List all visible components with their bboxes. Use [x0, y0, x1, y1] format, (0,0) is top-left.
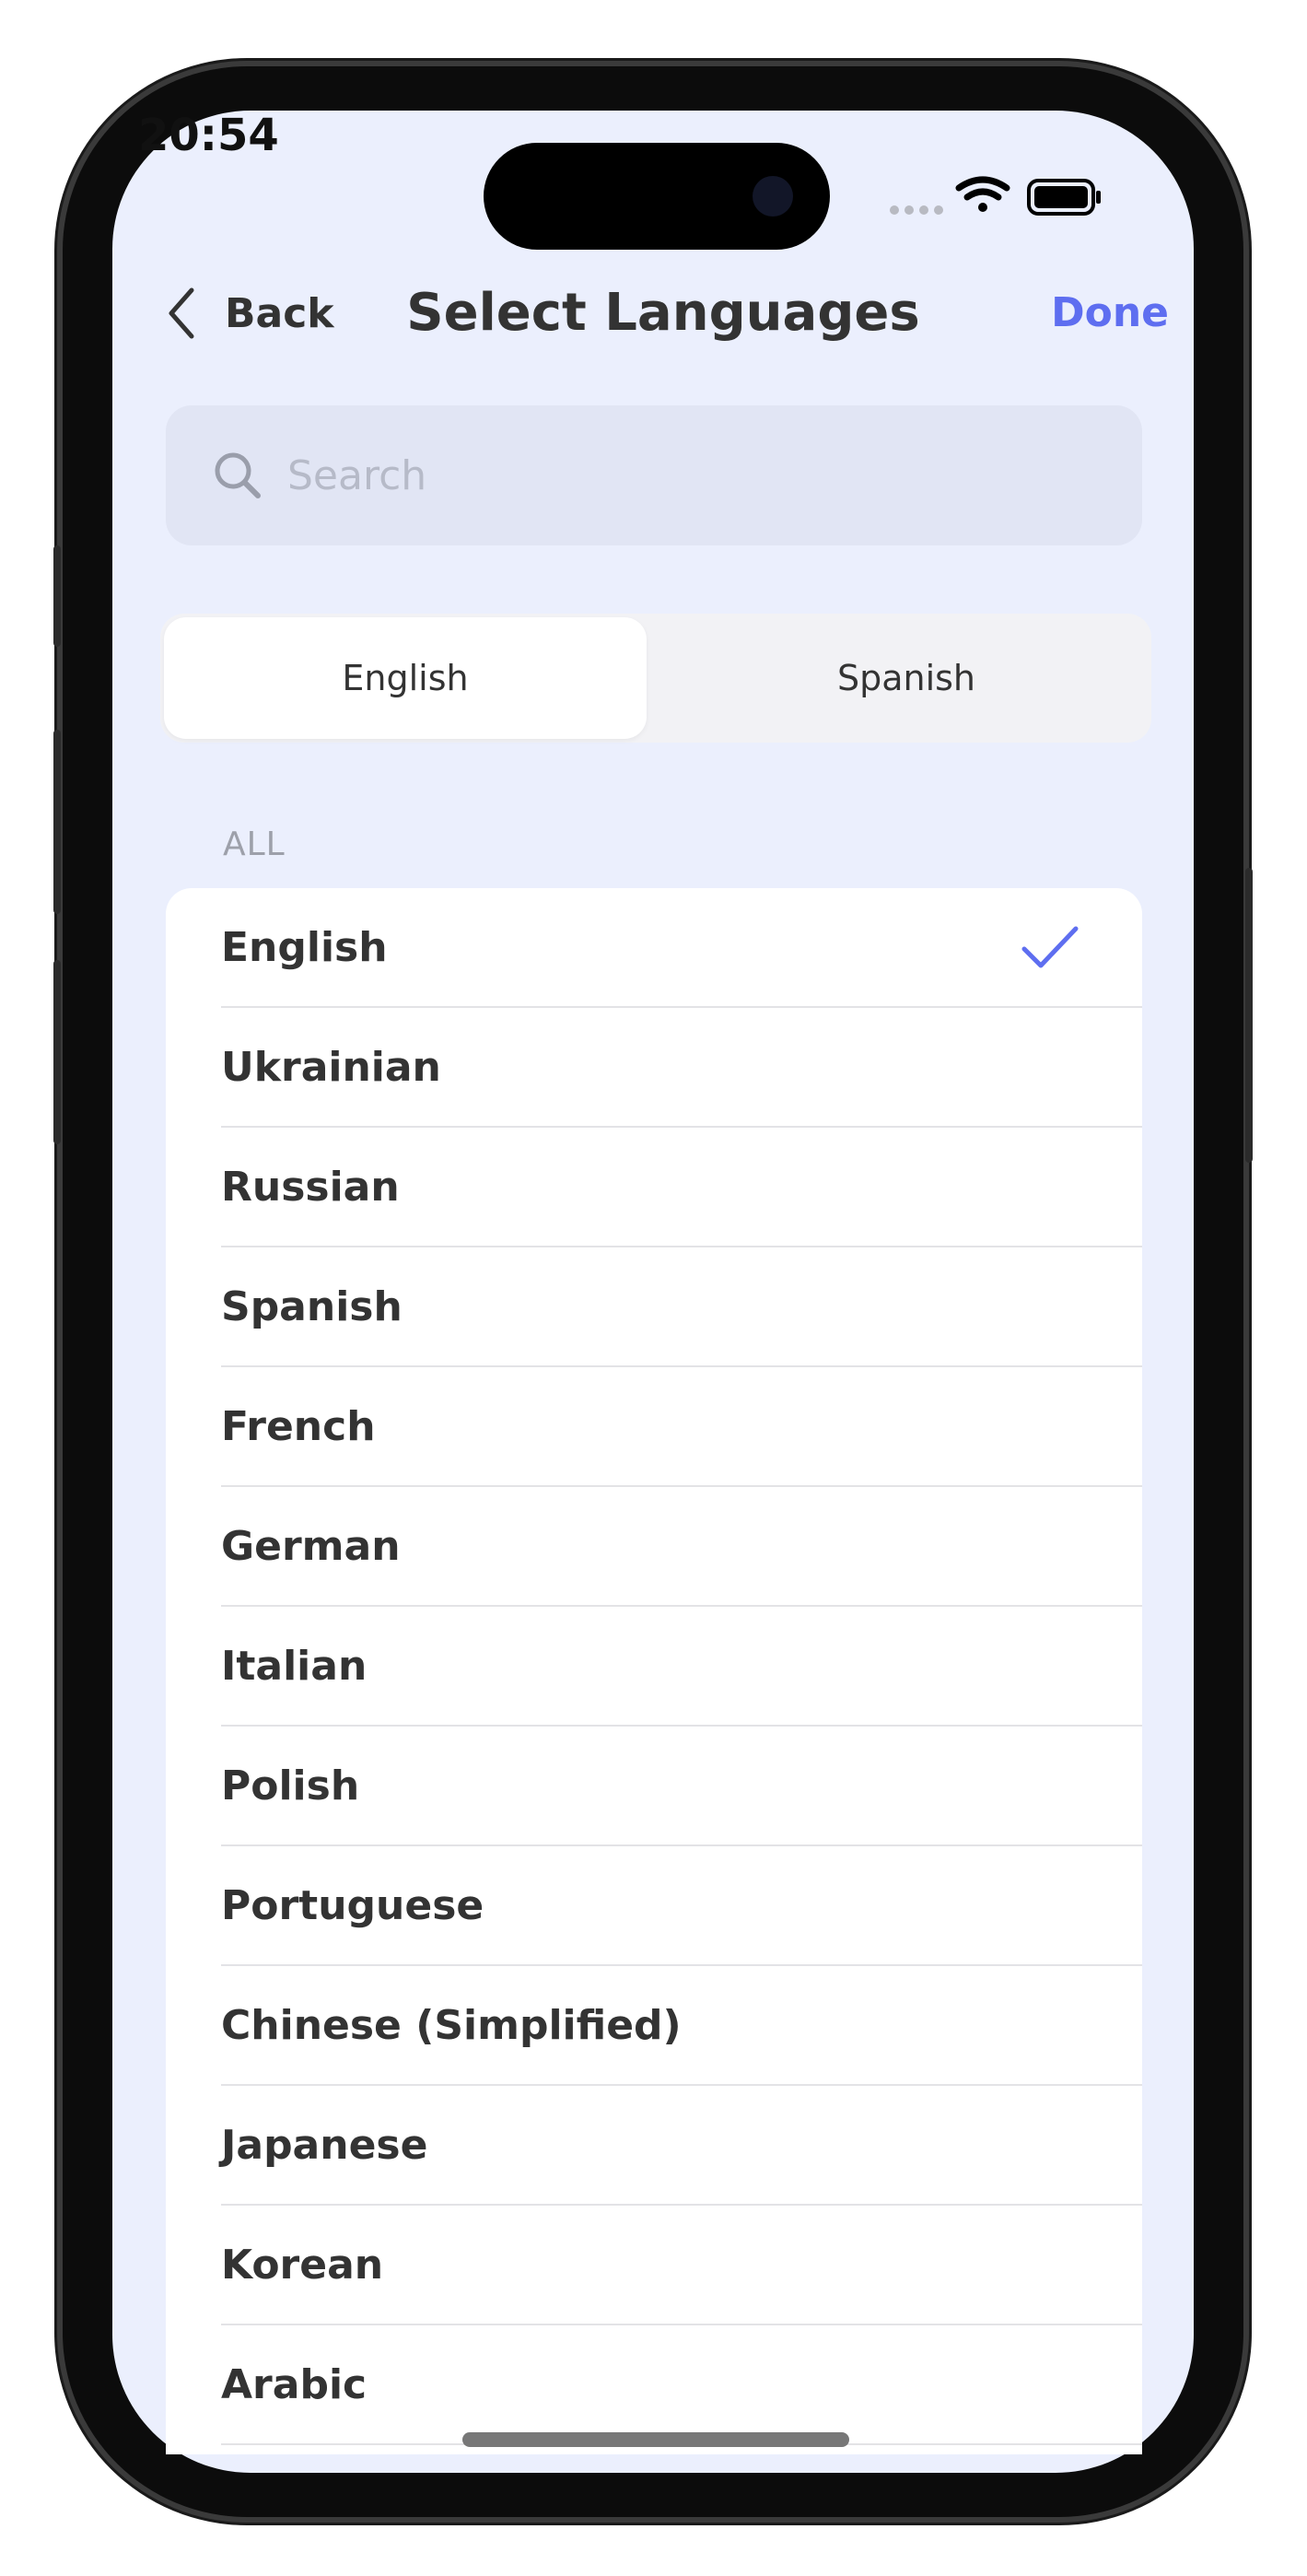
volume-down-button — [53, 960, 61, 1144]
language-label: English — [221, 923, 388, 971]
search-icon — [215, 452, 261, 498]
side-button — [53, 545, 61, 647]
language-row-spanish[interactable]: Spanish — [221, 1247, 1142, 1367]
home-indicator[interactable] — [462, 2432, 849, 2447]
search-input[interactable] — [286, 438, 1100, 513]
signal-icon — [890, 205, 943, 215]
language-row-russian[interactable]: Russian — [221, 1128, 1142, 1247]
language-label: Portuguese — [221, 1881, 484, 1929]
language-row-korean[interactable]: Korean — [221, 2206, 1142, 2325]
power-button — [1245, 868, 1253, 1163]
language-label: German — [221, 1522, 401, 1570]
camera-icon — [753, 176, 793, 217]
wifi-icon — [955, 176, 1010, 212]
language-row-ukrainian[interactable]: Ukrainian — [221, 1008, 1142, 1128]
language-row-italian[interactable]: Italian — [221, 1607, 1142, 1727]
language-row-chinese-simplified[interactable]: Chinese (Simplified) — [221, 1966, 1142, 2086]
language-label: Korean — [221, 2241, 384, 2289]
language-label: Russian — [221, 1163, 400, 1211]
language-label: French — [221, 1402, 376, 1450]
language-row-portuguese[interactable]: Portuguese — [221, 1846, 1142, 1966]
language-label: Japanese — [221, 2121, 428, 2169]
language-row-german[interactable]: German — [221, 1487, 1142, 1607]
language-label: Italian — [221, 1642, 368, 1690]
search-bar — [166, 405, 1142, 545]
page-title: Select Languages — [406, 283, 920, 343]
status-time: 20:54 — [138, 110, 279, 161]
checkmark-icon — [1021, 926, 1079, 968]
done-button[interactable]: Done — [1051, 276, 1169, 350]
back-label: Back — [225, 289, 334, 337]
language-row-japanese[interactable]: Japanese — [221, 2086, 1142, 2206]
segment-english[interactable]: English — [164, 617, 647, 739]
segment-label: Spanish — [836, 658, 976, 698]
back-button[interactable]: Back — [166, 276, 334, 350]
language-label: Arabic — [221, 2360, 368, 2408]
chevron-left-icon — [169, 287, 194, 339]
language-list: English Ukrainian Russian Spanish French… — [166, 888, 1142, 2454]
dynamic-island — [484, 143, 830, 250]
language-label: Chinese (Simplified) — [221, 2001, 682, 2049]
language-row-arabic[interactable]: Arabic — [221, 2325, 1142, 2445]
language-row-polish[interactable]: Polish — [221, 1727, 1142, 1846]
status-icons — [890, 176, 1101, 216]
volume-up-button — [53, 730, 61, 914]
language-row-english[interactable]: English — [221, 888, 1142, 1008]
section-header: ALL — [223, 825, 286, 863]
segment-spanish[interactable]: Spanish — [665, 617, 1148, 739]
language-segmented-control: English Spanish — [160, 614, 1151, 743]
language-label: Ukrainian — [221, 1043, 441, 1091]
segment-label: English — [342, 658, 469, 698]
language-row-french[interactable]: French — [221, 1367, 1142, 1487]
language-label: Polish — [221, 1762, 360, 1809]
language-label: Spanish — [221, 1282, 403, 1330]
battery-icon — [1027, 179, 1101, 216]
